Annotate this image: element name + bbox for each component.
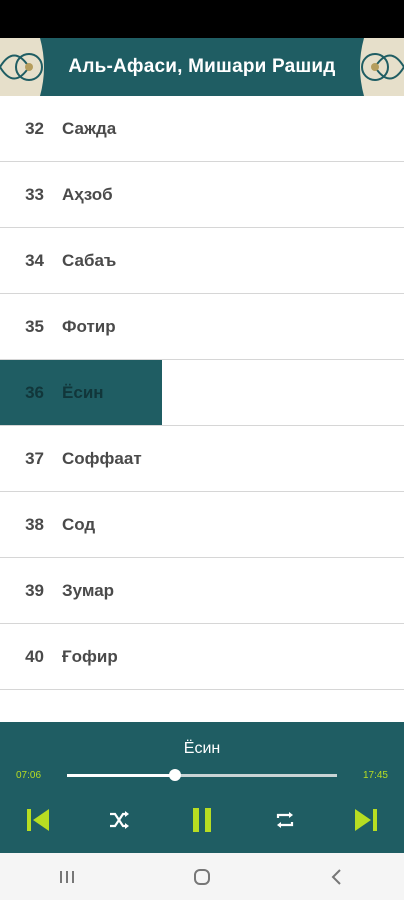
seek-bar[interactable] (67, 769, 337, 781)
seek-bar-thumb[interactable] (169, 769, 181, 781)
ornament-right-icon (346, 38, 404, 96)
list-item-name: Соффаат (62, 448, 142, 468)
list-item[interactable]: 34 Сабаъ (0, 228, 404, 294)
repeat-icon (276, 812, 294, 828)
shuffle-icon (110, 811, 129, 829)
list-item-number: 32 (25, 118, 44, 138)
back-icon (331, 868, 341, 885)
list-item-name: Сабаъ (62, 250, 117, 270)
surah-list: 32 Сажда 33 Аҳзоб 34 Сабаъ 35 Фотир 36 Ё… (0, 96, 404, 690)
repeat-button[interactable] (265, 800, 305, 840)
list-item-name: Ғофир (62, 646, 118, 666)
recent-apps-icon (60, 870, 75, 883)
home-icon (193, 868, 210, 885)
list-item-name: Фотир (62, 316, 116, 336)
skip-next-icon (355, 809, 377, 831)
seek-bar-progress (67, 774, 175, 777)
page-title: Аль-Афаси, Мишари Рашид (68, 56, 336, 77)
recent-apps-button[interactable] (37, 857, 97, 897)
system-navigation-bar (0, 853, 404, 900)
list-item-number: 33 (25, 184, 44, 204)
status-bar (0, 0, 404, 38)
now-playing-title: Ёсин (183, 740, 221, 757)
list-item-number: 39 (25, 580, 44, 600)
audio-player: Ёсин 07:06 17:45 (0, 722, 404, 853)
pause-button[interactable] (182, 800, 222, 840)
list-item[interactable]: 39 Зумар (0, 558, 404, 624)
list-item-name: Ёсин (62, 382, 104, 402)
previous-button[interactable] (18, 800, 58, 840)
list-item-number: 37 (25, 448, 44, 468)
app-header: Аль-Афаси, Мишари Рашид (0, 38, 404, 96)
ornament-left-icon (0, 38, 58, 96)
list-item[interactable]: 35 Фотир (0, 294, 404, 360)
list-item-name: Сод (62, 514, 96, 534)
list-item[interactable]: 40 Ғофир (0, 624, 404, 690)
skip-previous-icon (27, 809, 49, 831)
list-item-number: 35 (25, 316, 44, 336)
list-item[interactable]: 37 Соффаат (0, 426, 404, 492)
list-item-name: Зумар (62, 580, 115, 600)
list-item-number: 36 (25, 382, 44, 402)
list-item[interactable]: 38 Сод (0, 492, 404, 558)
home-button[interactable] (172, 857, 232, 897)
list-item-number: 38 (25, 514, 44, 534)
list-item-number: 34 (25, 250, 44, 270)
pause-icon (193, 808, 211, 832)
list-item[interactable]: 33 Аҳзоб (0, 162, 404, 228)
total-time: 17:45 (362, 770, 388, 781)
list-item-number: 40 (25, 646, 44, 666)
shuffle-button[interactable] (99, 800, 139, 840)
list-item-active[interactable]: 36 Ёсин (0, 360, 404, 426)
player-controls (0, 800, 404, 840)
back-button[interactable] (307, 857, 367, 897)
elapsed-time: 07:06 (16, 770, 42, 781)
list-item[interactable]: 32 Сажда (0, 96, 404, 162)
next-button[interactable] (346, 800, 386, 840)
list-item-name: Сажда (62, 118, 117, 138)
list-item-name: Аҳзоб (62, 184, 113, 204)
